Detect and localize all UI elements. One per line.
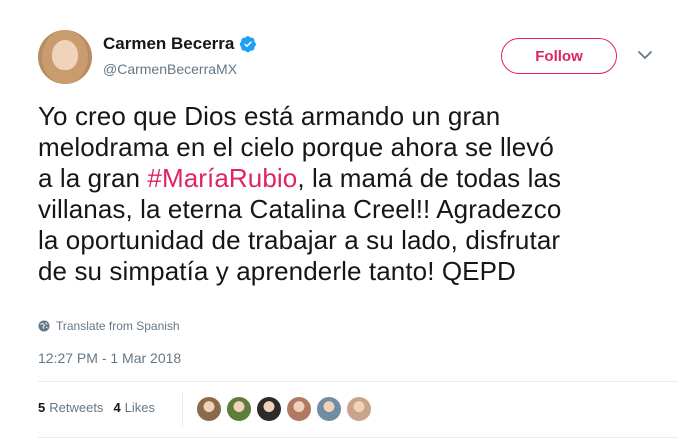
globe-icon [38, 320, 50, 332]
display-name[interactable]: Carmen Becerra [103, 34, 234, 54]
translate-label[interactable]: Translate from Spanish [56, 319, 180, 333]
retweets-label: Retweets [49, 400, 104, 415]
tweet-text: Yo creo que Dios está armando un gran me… [38, 101, 678, 287]
liker-avatar[interactable] [226, 396, 252, 422]
tweet-stats: 5 Retweets 4 Likes [38, 400, 165, 415]
liker-avatar[interactable] [346, 396, 372, 422]
likes-stat[interactable]: 4 Likes [113, 400, 155, 415]
divider [38, 381, 678, 382]
liker-avatar[interactable] [256, 396, 282, 422]
tweet-text-fragment: a la gran [38, 163, 148, 193]
stats-separator [182, 393, 183, 427]
tweet-timestamp[interactable]: 12:27 PM - 1 Mar 2018 [38, 350, 181, 366]
tweet-card: Carmen Becerra @CarmenBecerraMX Follow Y… [0, 0, 693, 439]
likes-count: 4 [113, 400, 121, 415]
chevron-down-icon[interactable] [636, 46, 654, 64]
likes-label: Likes [124, 400, 156, 415]
tweet-line: de su simpatía y aprenderle tanto! QEPD [38, 256, 516, 286]
follow-button[interactable]: Follow [501, 38, 617, 74]
avatar[interactable] [38, 30, 92, 84]
user-handle[interactable]: @CarmenBecerraMX [103, 61, 237, 77]
hashtag-link[interactable]: #MaríaRubio [147, 163, 297, 193]
tweet-text-fragment: , la mamá de todas las [297, 163, 562, 193]
translate-link[interactable]: Translate from Spanish [38, 319, 180, 333]
verified-badge-icon [240, 36, 257, 53]
liker-avatars [196, 396, 376, 422]
tweet-line: a la gran #MaríaRubio, la mamá de todas … [38, 163, 678, 194]
retweets-stat[interactable]: 5 Retweets [38, 400, 103, 415]
tweet-line: la oportunidad de trabajar a su lado, di… [38, 225, 561, 255]
liker-avatar[interactable] [316, 396, 342, 422]
divider [38, 437, 678, 438]
retweets-count: 5 [38, 400, 46, 415]
liker-avatar[interactable] [196, 396, 222, 422]
tweet-line: Yo creo que Dios está armando un gran [38, 101, 501, 131]
user-name-row[interactable]: Carmen Becerra [103, 34, 257, 54]
liker-avatar[interactable] [286, 396, 312, 422]
tweet-line: melodrama en el cielo porque ahora se ll… [38, 132, 554, 162]
tweet-line: villanas, la eterna Catalina Creel!! Agr… [38, 194, 562, 224]
